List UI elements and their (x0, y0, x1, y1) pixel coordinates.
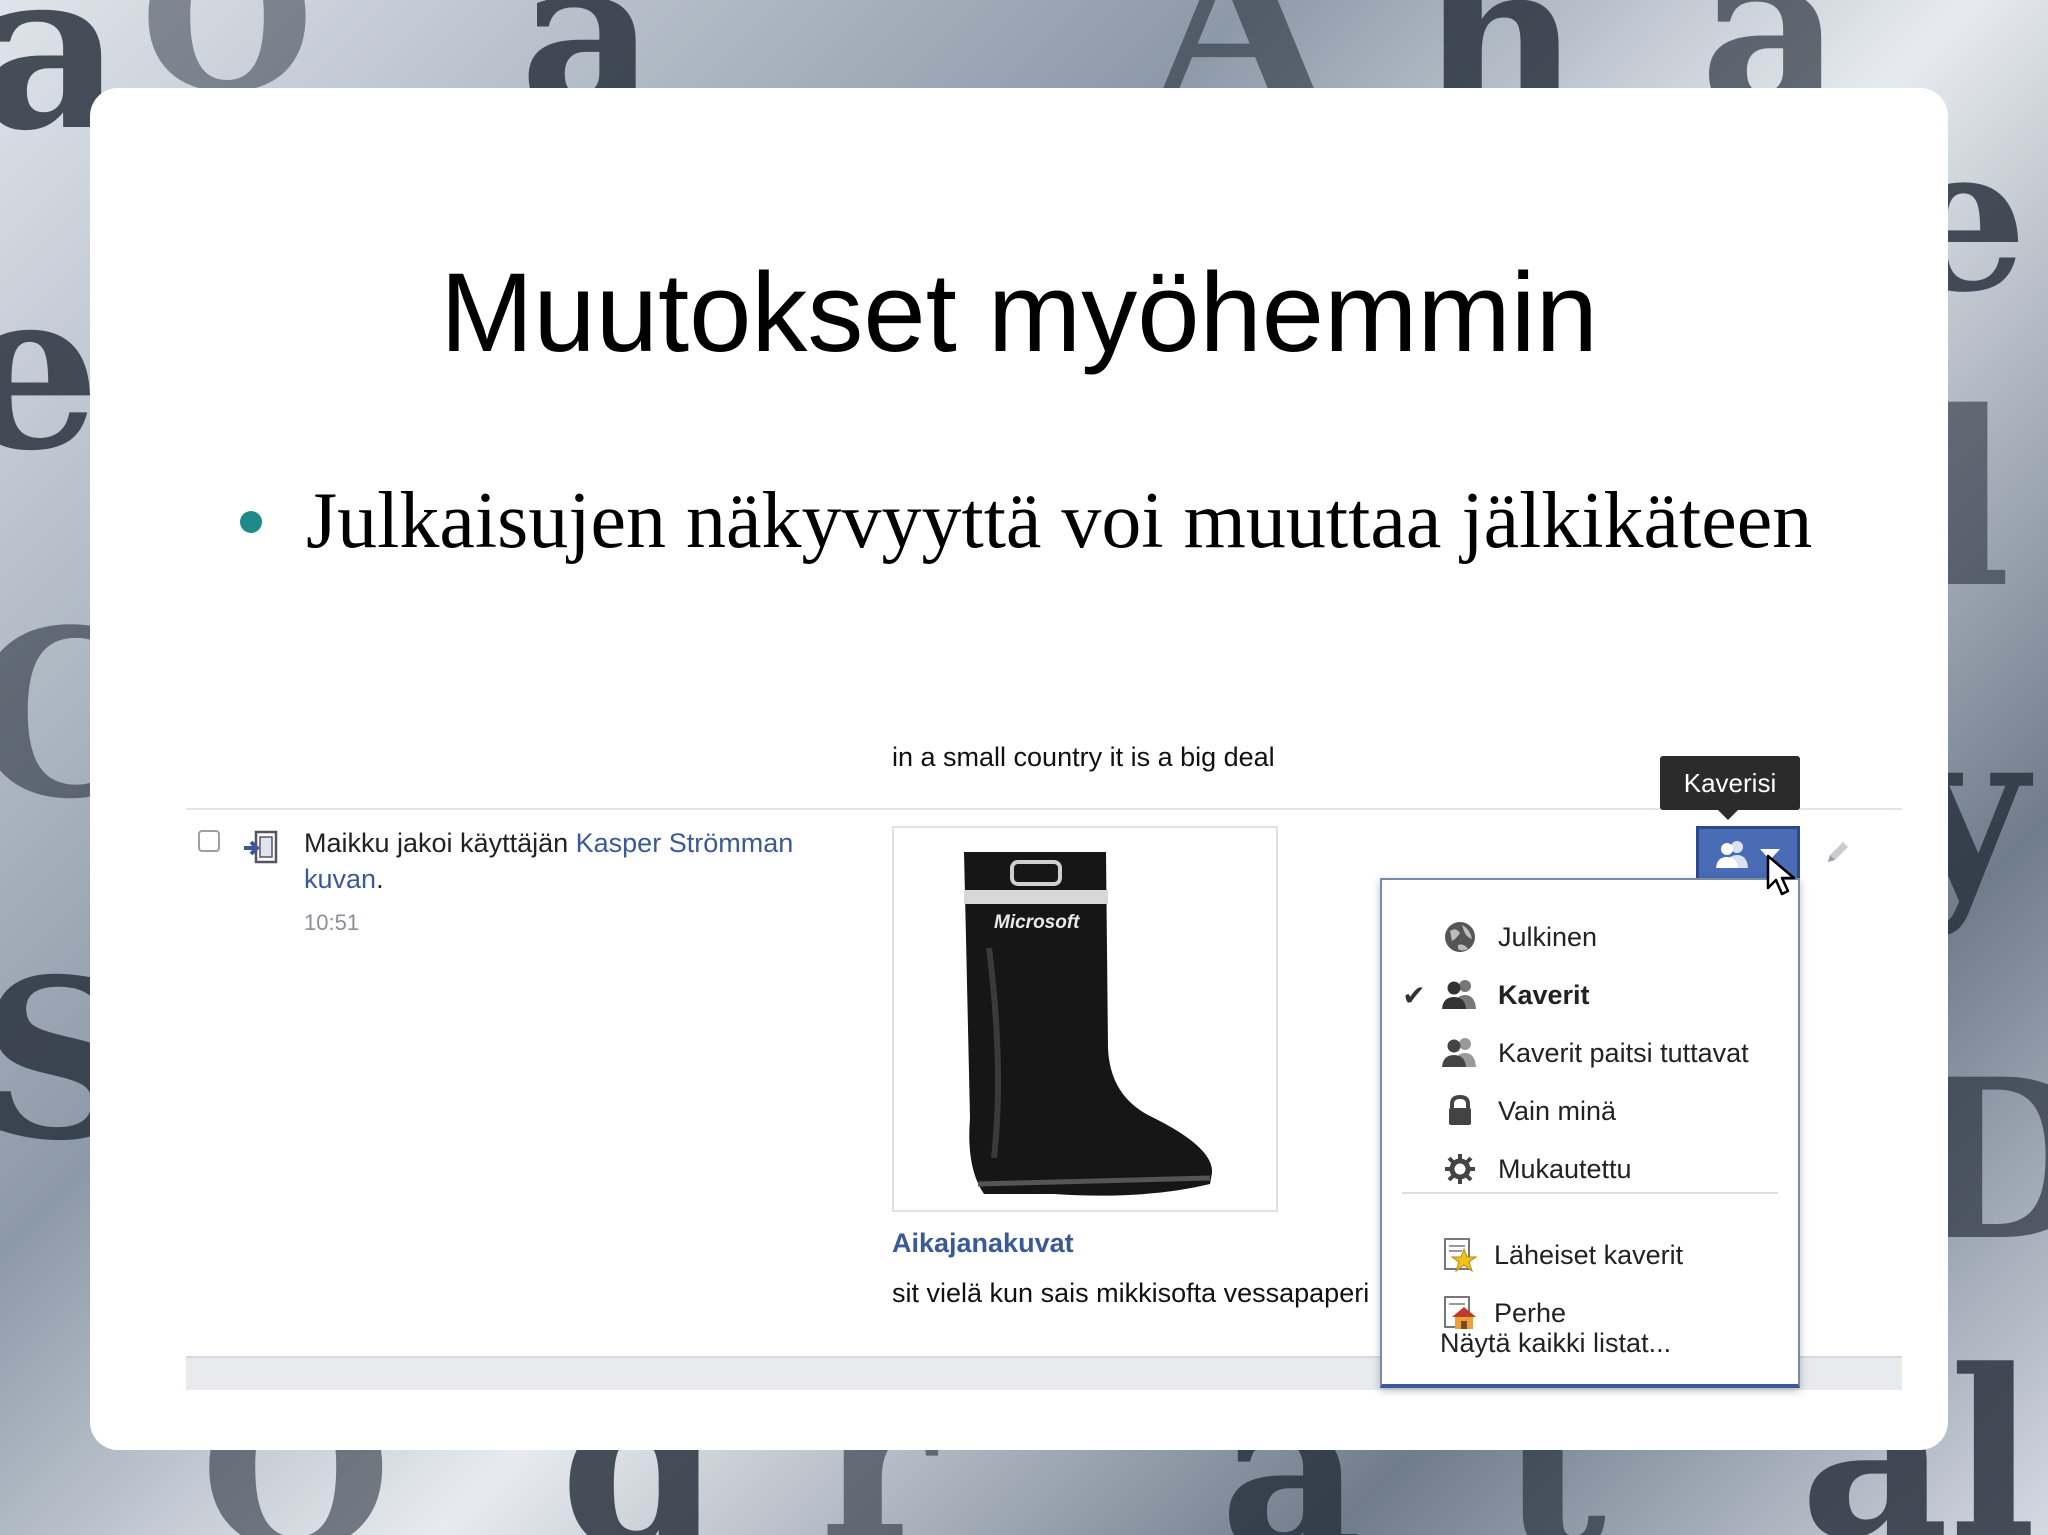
menu-separator (1402, 1192, 1778, 1194)
gear-icon (1445, 1154, 1475, 1184)
pencil-icon[interactable] (1822, 838, 1852, 868)
slide-title: Muutokset myöhemmin (440, 250, 1598, 375)
menu-item-close-friends-list[interactable]: Läheiset kaverit (1382, 1226, 1798, 1284)
friends-icon (1442, 980, 1476, 1009)
share-icon (244, 830, 278, 864)
story-timestamp[interactable]: 10:51 (304, 910, 359, 936)
boot-brand-text: Microsoft (994, 912, 1080, 933)
menu-item-friends[interactable]: ✔ Kaverit (1382, 966, 1798, 1024)
row-divider (186, 808, 1902, 810)
album-link[interactable]: Aikajanakuvat (892, 1228, 1074, 1259)
bullet-text: Julkaisujen näkyvyyttä voi muuttaa jälki… (306, 477, 1813, 565)
author-link[interactable]: Kasper Strömman (576, 828, 794, 858)
star-list-icon (1444, 1238, 1478, 1273)
menu-item-friends-except-acquaintances[interactable]: Kaverit paitsi tuttavat (1382, 1024, 1798, 1082)
rubber-boot-image: Microsoft (964, 852, 1213, 1196)
bullet-point: Julkaisujen näkyvyyttä voi muuttaa jälki… (240, 476, 1812, 567)
menu-item-label: Läheiset kaverit (1494, 1239, 1684, 1270)
audience-dropdown-menu: Julkinen ✔ Kaverit Kaverit paitsi tuttav… (1380, 878, 1800, 1388)
show-all-lists-link[interactable]: Näytä kaikki listat... (1440, 1328, 1671, 1359)
menu-item-label: Kaverit paitsi tuttavat (1498, 1037, 1749, 1068)
check-icon: ✔ (1402, 979, 1426, 1011)
menu-item-only-me[interactable]: Vain minä (1382, 1082, 1798, 1140)
menu-item-label: Perhe (1494, 1297, 1567, 1328)
facebook-activity-screenshot: in a small country it is a big deal Maik… (186, 730, 1902, 1390)
audience-tooltip: Kaverisi (1660, 756, 1800, 820)
story-text-line2: kuvan. (304, 864, 384, 895)
photo-link[interactable]: kuvan (304, 864, 376, 894)
house-list-icon (1444, 1296, 1476, 1329)
globe-icon (1445, 922, 1475, 952)
menu-item-label: Vain minä (1498, 1095, 1617, 1126)
menu-item-label: Kaverit (1498, 979, 1590, 1010)
menu-item-public[interactable]: Julkinen (1382, 908, 1798, 966)
photo-caption: sit vielä kun sais mikkisofta vessapaper… (892, 1278, 1370, 1308)
shared-photo[interactable]: Microsoft (892, 826, 1278, 1212)
story-text: Maikku jakoi käyttäjän Kasper Strömman (304, 828, 793, 859)
friends-icon (1716, 841, 1748, 868)
story-prefix: Maikku jakoi käyttäjän (304, 828, 569, 858)
previous-post-text: in a small country it is a big deal (892, 742, 1275, 772)
menu-item-custom[interactable]: Mukautettu (1382, 1140, 1798, 1198)
story-suffix: . (376, 864, 384, 894)
menu-item-label: Mukautettu (1498, 1153, 1632, 1184)
lock-icon (1449, 1094, 1471, 1125)
menu-item-label: Julkinen (1498, 921, 1598, 952)
bullet-dot (240, 510, 262, 533)
friends-except-icon (1442, 1038, 1476, 1067)
story-checkbox[interactable] (198, 830, 220, 852)
mouse-cursor-icon (1766, 854, 1796, 896)
